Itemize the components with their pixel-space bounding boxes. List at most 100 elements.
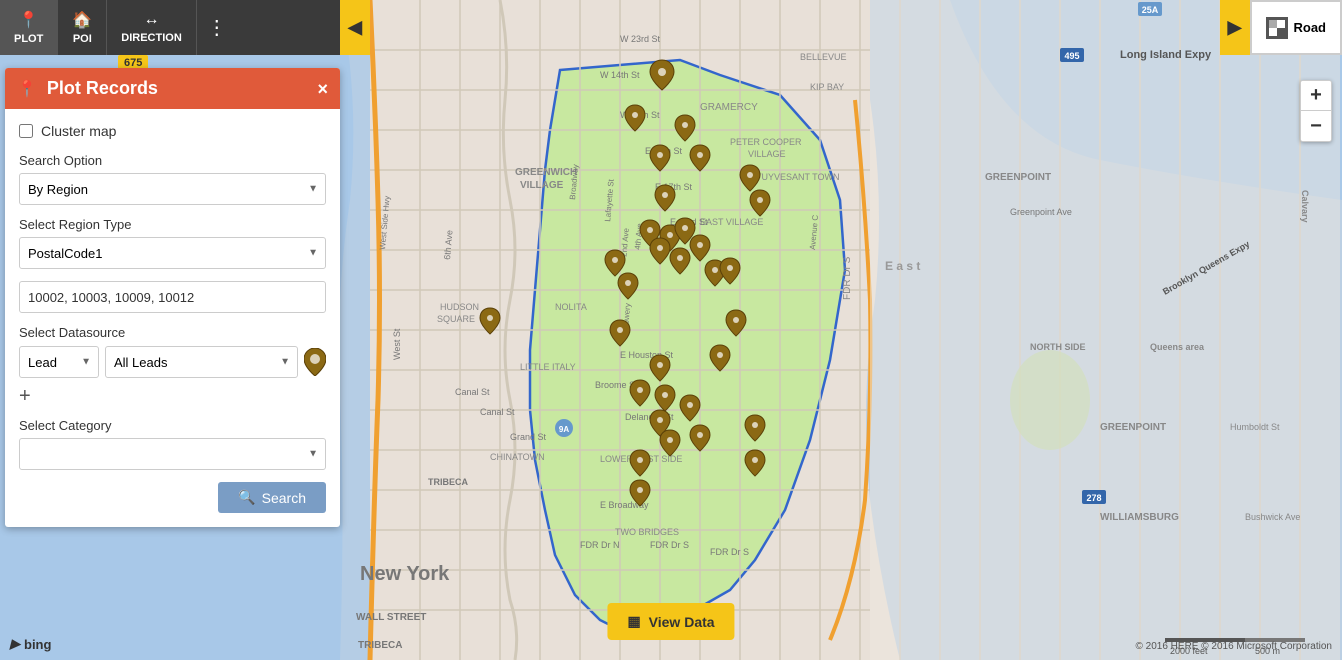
svg-text:New York: New York [360,563,450,585]
zoom-out-btn[interactable]: − [1301,111,1331,141]
category-label: Select Category [19,418,326,433]
category-select[interactable] [19,438,326,470]
panel-title: Plot Records [47,78,308,99]
search-option-select[interactable]: By Region By Address By Coordinates [19,173,326,205]
svg-text:Long Island Expy: Long Island Expy [1120,49,1212,61]
svg-text:VILLAGE: VILLAGE [520,180,564,191]
svg-text:GREENWICH: GREENWICH [515,167,577,178]
panel-body: Cluster map Search Option By Region By A… [5,109,340,527]
bing-icon: ▶ [10,636,20,652]
nav-arrow-right[interactable]: ▶ [1220,0,1250,55]
direction-btn[interactable]: ↔ DIRECTION [107,0,197,55]
svg-text:BELLEVUE: BELLEVUE [800,52,847,62]
zoom-in-btn[interactable]: + [1301,81,1331,111]
datasource-type-select[interactable]: Lead Contact Account [19,346,99,378]
datasource-row: Lead Contact Account ▼ All Leads My Lead… [19,346,326,378]
svg-text:NORTH SIDE: NORTH SIDE [1030,342,1086,352]
svg-text:Queens area: Queens area [1150,342,1205,352]
nav-right-area: ▶ Road [1220,0,1342,55]
svg-text:STUYVESANT TOWN: STUYVESANT TOWN [750,172,840,182]
plot-btn[interactable]: 📍 PLOT [0,0,58,55]
svg-text:Humboldt St: Humboldt St [1230,422,1280,432]
svg-text:SQUARE: SQUARE [437,314,475,324]
cluster-checkbox[interactable] [19,124,33,138]
marker-icon [304,348,326,376]
add-datasource-btn[interactable]: + [19,386,326,406]
svg-text:TWO BRIDGES: TWO BRIDGES [615,527,679,537]
svg-text:TRIBECA: TRIBECA [428,477,468,487]
search-option-label: Search Option [19,153,326,168]
svg-text:FDR Dr S: FDR Dr S [650,540,689,550]
cluster-label: Cluster map [41,123,116,139]
cluster-row: Cluster map [19,123,326,139]
svg-text:West St: West St [392,328,402,360]
svg-text:25A: 25A [1142,5,1159,15]
svg-text:FDR Dr N: FDR Dr N [580,540,620,550]
svg-text:Canal St: Canal St [480,407,515,417]
plus-icon: + [19,386,31,406]
view-data-label: View Data [649,614,715,630]
road-icon [1266,17,1288,39]
svg-text:NOLITA: NOLITA [555,302,587,312]
search-option-wrapper: By Region By Address By Coordinates ▼ [19,173,326,205]
plot-icon: 📍 [19,10,39,30]
svg-text:VILLAGE: VILLAGE [748,149,786,159]
svg-text:WALL STREET: WALL STREET [356,612,426,623]
bing-logo: ▶ bing [10,636,51,652]
direction-label: DIRECTION [121,32,182,44]
panel: 📍 Plot Records × Cluster map Search Opti… [5,68,340,527]
region-type-select[interactable]: PostalCode1 PostalCode2 City State [19,237,326,269]
direction-icon: ↔ [144,11,160,29]
panel-header: 📍 Plot Records × [5,68,340,109]
search-button[interactable]: 🔍 Search [218,482,326,513]
search-label: Search [262,490,306,506]
svg-text:9A: 9A [559,425,569,434]
panel-header-icon: 📍 [17,79,37,99]
svg-text:EAST VILLAGE: EAST VILLAGE [700,217,763,227]
svg-text:TRIBECA: TRIBECA [358,640,402,651]
view-data-btn[interactable]: ▦ View Data [607,603,734,640]
datasource-filter-select[interactable]: All Leads My Leads Active Leads [105,346,298,378]
svg-text:FDR Dr S: FDR Dr S [842,256,853,300]
region-type-label: Select Region Type [19,217,326,232]
svg-text:Calvary: Calvary [1300,190,1310,223]
svg-text:Grand St: Grand St [510,432,547,442]
datasource-label: Select Datasource [19,325,326,340]
svg-text:GREENPOINT: GREENPOINT [1100,422,1166,433]
category-wrapper: ▼ [19,438,326,470]
toolbar: 📍 PLOT 🏠 POI ↔ DIRECTION ⋮ [0,0,340,55]
svg-text:KIP BAY: KIP BAY [810,82,844,92]
svg-text:GREENPOINT: GREENPOINT [985,172,1051,183]
svg-text:Greenpoint Ave: Greenpoint Ave [1010,207,1072,217]
panel-close-btn[interactable]: × [317,80,328,98]
datasource-filter-wrapper: All Leads My Leads Active Leads ▼ [105,346,298,378]
svg-text:W 23rd St: W 23rd St [620,34,661,44]
svg-text:W 14th St: W 14th St [600,70,640,80]
nav-arrow-left[interactable]: ◀ [340,0,370,55]
postal-codes-input[interactable] [19,281,326,313]
bing-label: bing [24,637,51,652]
search-icon: 🔍 [238,489,255,506]
plot-label: PLOT [14,33,43,45]
road-btn[interactable]: Road [1250,0,1342,55]
svg-text:278: 278 [1086,493,1101,503]
poi-label: POI [73,33,92,45]
svg-text:HUDSON: HUDSON [440,302,479,312]
svg-text:WILLIAMSBURG: WILLIAMSBURG [1100,512,1179,523]
svg-text:LITTLE ITALY: LITTLE ITALY [520,362,576,372]
svg-text:Bushwick Ave: Bushwick Ave [1245,512,1300,522]
svg-text:495: 495 [1064,51,1079,61]
svg-text:PETER COOPER: PETER COOPER [730,137,802,147]
map-copyright: © 2016 HERE © 2016 Microsoft Corporation [1136,641,1333,652]
view-data-icon: ▦ [627,613,640,630]
svg-text:CHINATOWN: CHINATOWN [490,452,545,462]
more-btn[interactable]: ⋮ [197,15,237,40]
region-type-wrapper: PostalCode1 PostalCode2 City State ▼ [19,237,326,269]
poi-btn[interactable]: 🏠 POI [58,0,107,55]
svg-text:FDR Dr S: FDR Dr S [710,547,749,557]
poi-icon: 🏠 [72,10,92,30]
datasource-type-wrapper: Lead Contact Account ▼ [19,346,99,378]
road-label: Road [1294,20,1327,35]
svg-text:GRAMERCY: GRAMERCY [700,102,758,113]
zoom-controls: + − [1300,80,1332,142]
